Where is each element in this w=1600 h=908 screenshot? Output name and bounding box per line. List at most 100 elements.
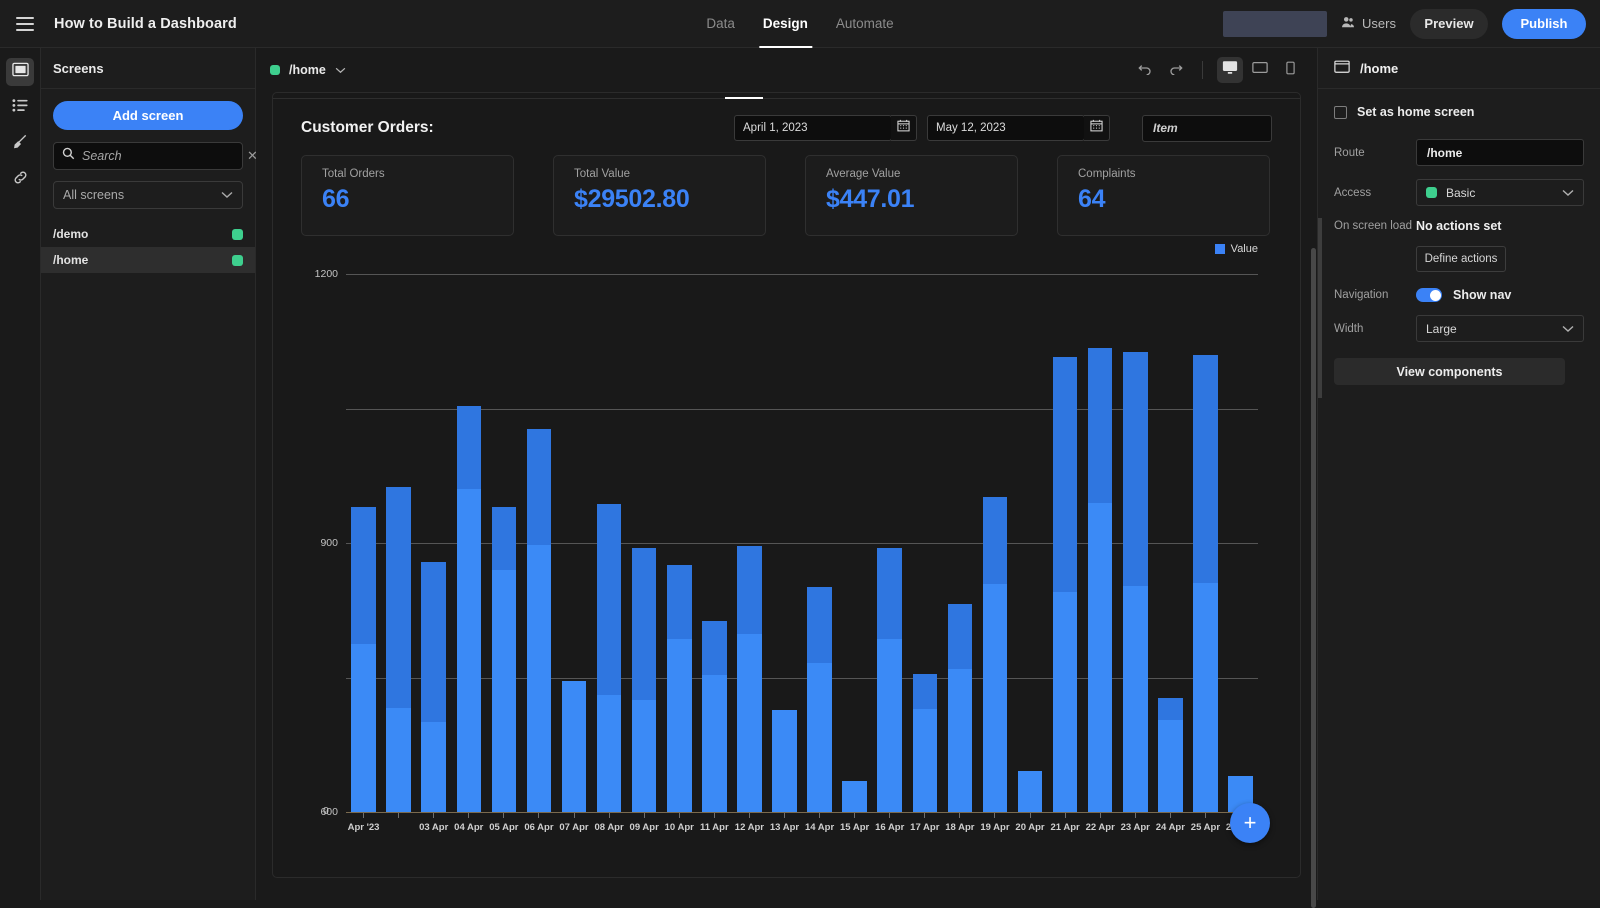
chart-bar[interactable]: [877, 548, 902, 813]
chart-bar[interactable]: [421, 562, 446, 812]
chart-bar[interactable]: [351, 507, 376, 812]
stat-value: $29502.80: [574, 185, 765, 214]
width-select[interactable]: Large: [1416, 315, 1584, 342]
users-button[interactable]: Users: [1341, 15, 1396, 32]
chart-bar-slot: [872, 274, 907, 812]
device-tablet-button[interactable]: [1247, 57, 1273, 83]
publish-button[interactable]: Publish: [1502, 9, 1586, 39]
chart-bar[interactable]: [632, 548, 657, 813]
rail-item-theme[interactable]: [6, 130, 34, 158]
rail-item-screens[interactable]: [6, 58, 34, 86]
canvas-route-selector[interactable]: /home: [270, 63, 346, 77]
date-to-input[interactable]: May 12, 2023: [927, 115, 1085, 141]
chart-bar[interactable]: [913, 674, 938, 812]
show-nav-label: Show nav: [1453, 288, 1511, 302]
x-axis-tick: [697, 813, 732, 818]
x-axis-tick: [802, 813, 837, 818]
x-axis-tick-mark: [749, 813, 750, 818]
date-from-input[interactable]: April 1, 2023: [734, 115, 892, 141]
tab-design[interactable]: Design: [763, 0, 808, 48]
canvas-toolbar: /home: [256, 48, 1317, 92]
panel-scrollbar[interactable]: [1318, 218, 1322, 398]
stat-card-total-orders: Total Orders 66: [301, 155, 514, 236]
screen-filter-value: All screens: [63, 188, 124, 202]
list-item[interactable]: /home: [41, 247, 255, 273]
chart-bar-slot: [521, 274, 556, 812]
chart-bar-segment-upper: [1053, 357, 1078, 592]
chart-bar[interactable]: [457, 406, 482, 812]
chart-bar[interactable]: [737, 546, 762, 812]
x-axis-tick-mark: [538, 813, 539, 818]
add-component-fab[interactable]: +: [1230, 803, 1270, 843]
show-nav-toggle[interactable]: [1416, 288, 1442, 302]
chart-bar[interactable]: [386, 487, 411, 812]
chart-bar-segment-upper: [1158, 698, 1183, 720]
x-axis-tick: [767, 813, 802, 818]
x-axis-tick-mark: [819, 813, 820, 818]
chart-bar[interactable]: [948, 604, 973, 812]
chart-bar-segment-lower: [807, 663, 832, 812]
route-input[interactable]: /home: [1416, 139, 1584, 166]
x-axis-tick: [592, 813, 627, 818]
canvas-scrollbar[interactable]: [1311, 248, 1316, 908]
set-home-screen-checkbox[interactable]: Set as home screen: [1334, 105, 1584, 119]
device-desktop-button[interactable]: [1217, 57, 1243, 83]
chart-bar[interactable]: [667, 565, 692, 812]
define-actions-button[interactable]: Define actions: [1416, 246, 1506, 272]
preview-button[interactable]: Preview: [1410, 9, 1488, 39]
date-to-calendar-button[interactable]: [1084, 115, 1110, 141]
chart-bar-slot: [802, 274, 837, 812]
x-axis-tick: [977, 813, 1012, 818]
chart-bar[interactable]: [597, 504, 622, 812]
x-axis-tick-mark: [1065, 813, 1066, 818]
chart-bar-segment-lower: [597, 695, 622, 812]
x-axis-tick-mark: [433, 813, 434, 818]
view-components-button[interactable]: View components: [1334, 358, 1565, 385]
chart-bar[interactable]: [562, 681, 587, 812]
chart-bar-segment-lower: [562, 681, 587, 812]
undo-button[interactable]: [1132, 57, 1158, 83]
chart-bar-segment-lower: [1123, 586, 1148, 812]
chart-bar[interactable]: [772, 710, 797, 812]
list-item[interactable]: /demo: [41, 221, 255, 247]
chart-bar-segment-upper: [597, 504, 622, 695]
date-from-calendar-button[interactable]: [891, 115, 917, 141]
chart-bar[interactable]: [1088, 348, 1113, 812]
redo-button[interactable]: [1162, 57, 1188, 83]
chart-bar-segment-lower: [842, 781, 867, 812]
x-axis-tick: [872, 813, 907, 818]
y-axis-zero-label: 0: [323, 805, 329, 817]
icon-rail: [0, 48, 41, 900]
access-value: Basic: [1446, 186, 1475, 200]
device-mobile-button[interactable]: [1277, 57, 1303, 83]
x-axis-tick: [907, 813, 942, 818]
rail-item-components[interactable]: [6, 94, 34, 122]
add-screen-button[interactable]: Add screen: [53, 101, 243, 130]
chart-bar[interactable]: [983, 497, 1008, 812]
chart-bar[interactable]: [527, 429, 552, 812]
chart-bar[interactable]: [492, 507, 517, 812]
chart-bar[interactable]: [1193, 355, 1218, 812]
item-search-input[interactable]: Item: [1142, 115, 1272, 142]
hamburger-icon[interactable]: [16, 17, 34, 31]
chart-bar[interactable]: [807, 587, 832, 812]
chart-bar[interactable]: [1018, 771, 1043, 812]
chart-bar[interactable]: [1158, 698, 1183, 812]
x-axis-tick: [732, 813, 767, 818]
chart-bar[interactable]: [1053, 357, 1078, 812]
screen-filter-select[interactable]: All screens: [53, 181, 243, 209]
link-icon: [12, 169, 29, 191]
tab-automate[interactable]: Automate: [836, 0, 894, 48]
chart-bar[interactable]: [1123, 352, 1148, 812]
tab-data[interactable]: Data: [706, 0, 735, 48]
screen-search-box[interactable]: ✕: [53, 142, 243, 170]
stat-value: $447.01: [826, 185, 1017, 214]
chart-bar[interactable]: [702, 621, 727, 812]
chart-bar[interactable]: [842, 781, 867, 812]
chart-bar-segment-upper: [913, 674, 938, 709]
access-select[interactable]: Basic: [1416, 179, 1584, 206]
search-input[interactable]: [82, 149, 245, 163]
chart-bar-segment-lower: [1158, 720, 1183, 812]
chart-bar-segment-upper: [632, 548, 657, 700]
rail-item-links[interactable]: [6, 166, 34, 194]
